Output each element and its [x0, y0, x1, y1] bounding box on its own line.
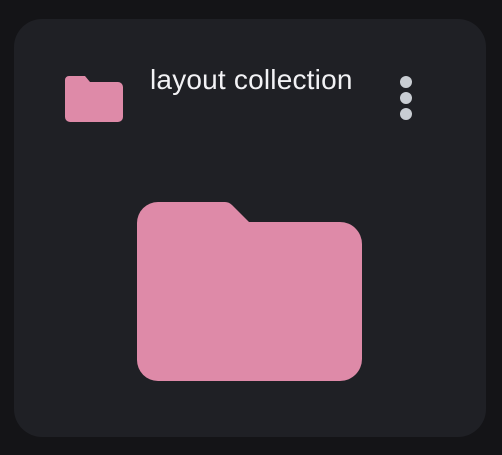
folder-preview-shape: [137, 202, 362, 381]
folder-preview-icon: [136, 199, 364, 383]
folder-icon-shape: [65, 76, 123, 122]
more-vert-icon: [400, 76, 412, 120]
folder-card[interactable]: layout collection: [14, 19, 486, 437]
folder-title: layout collection: [150, 64, 353, 95]
folder-icon: [65, 76, 123, 122]
more-options-button[interactable]: [388, 69, 424, 127]
